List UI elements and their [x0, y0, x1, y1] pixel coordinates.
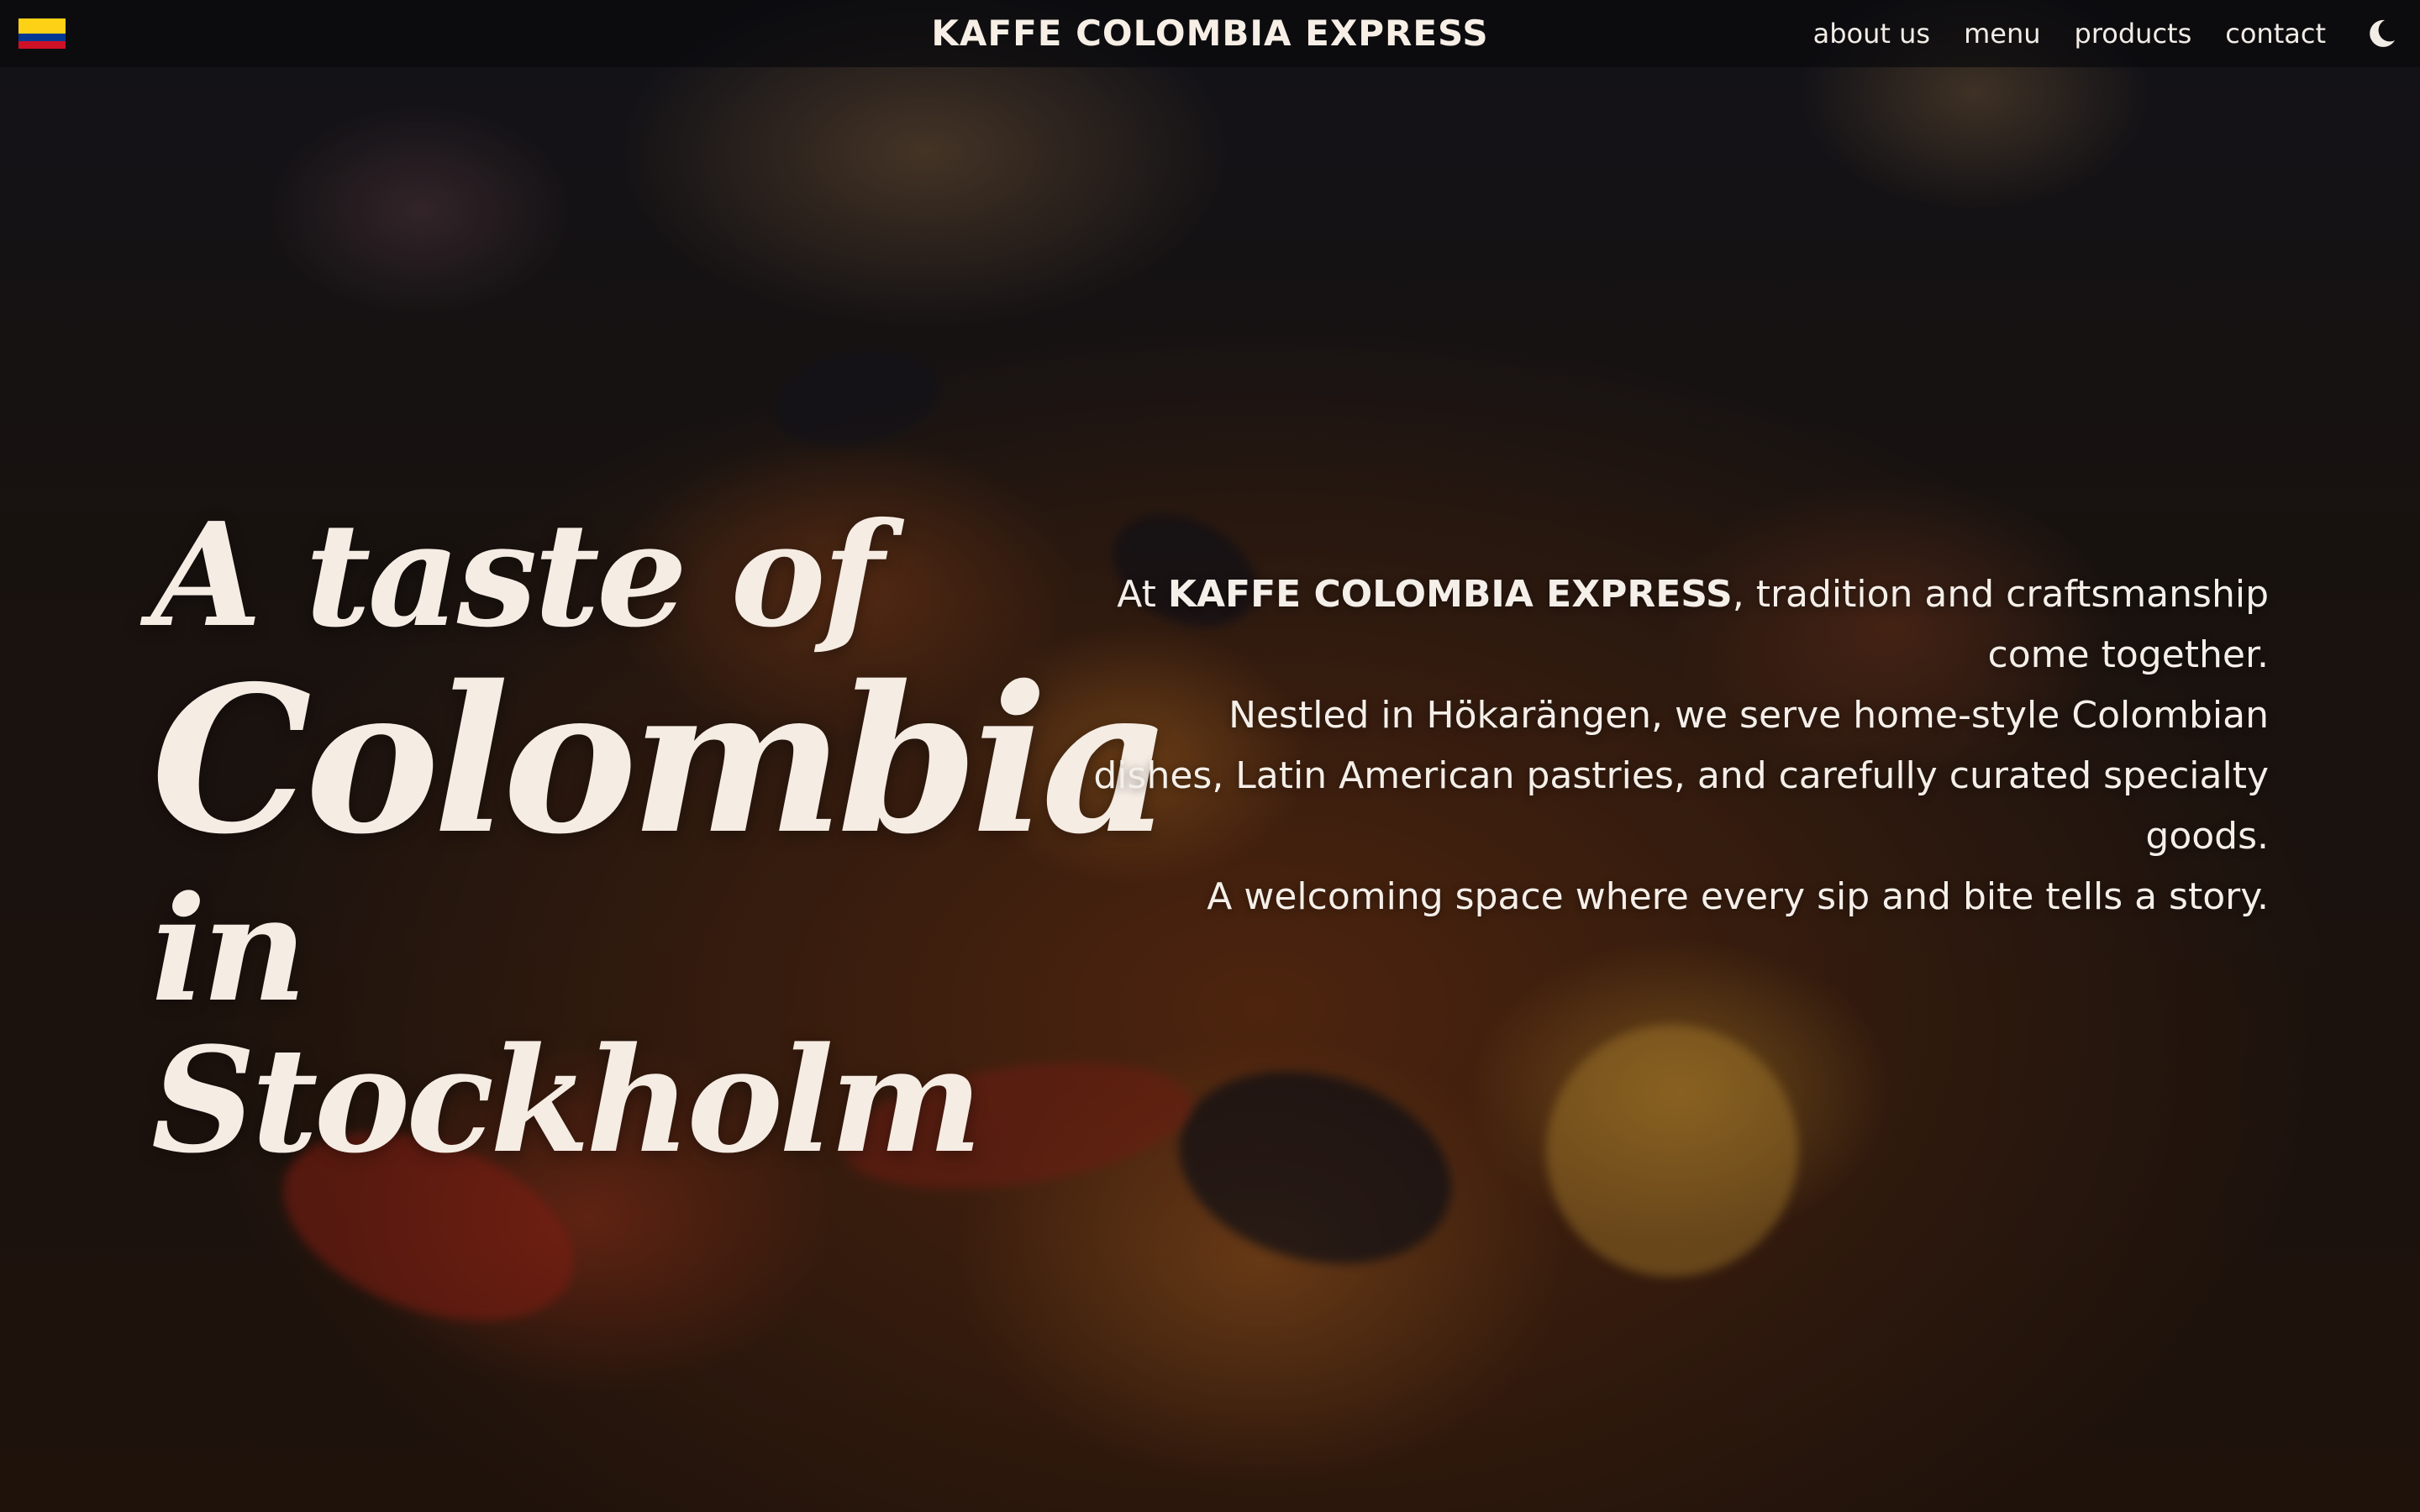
nav-link-products[interactable]: products	[2075, 18, 2192, 50]
top-navigation-bar: KAFFE COLOMBIA EXPRESS about us menu pro…	[0, 0, 2420, 67]
headline-line-1: A taste of	[151, 491, 884, 659]
intro-paragraph-1: At KAFFE COLOMBIA EXPRESS, tradition and…	[1117, 573, 2269, 676]
headline-line-3: in Stockholm	[151, 864, 982, 1185]
hero-intro-text: At KAFFE COLOMBIA EXPRESS, tradition and…	[1092, 564, 2269, 927]
nav-link-contact[interactable]: contact	[2225, 18, 2326, 50]
intro-paragraph-2: Nestled in Hökarängen, we serve home-sty…	[1093, 694, 2269, 858]
moon-icon[interactable]	[2363, 15, 2400, 52]
intro-paragraph-3: A welcoming space where every sip and bi…	[1207, 875, 2269, 918]
hero-headline: A taste of Colombia in Stockholm	[151, 491, 1172, 1185]
main-nav: about us menu products contact	[1813, 0, 2326, 67]
intro-brand: KAFFE COLOMBIA EXPRESS	[1167, 573, 1733, 616]
nav-link-menu[interactable]: menu	[1964, 18, 2040, 50]
headline-line-2: Colombia	[151, 642, 1172, 879]
nav-link-about-us[interactable]: about us	[1813, 18, 1930, 50]
